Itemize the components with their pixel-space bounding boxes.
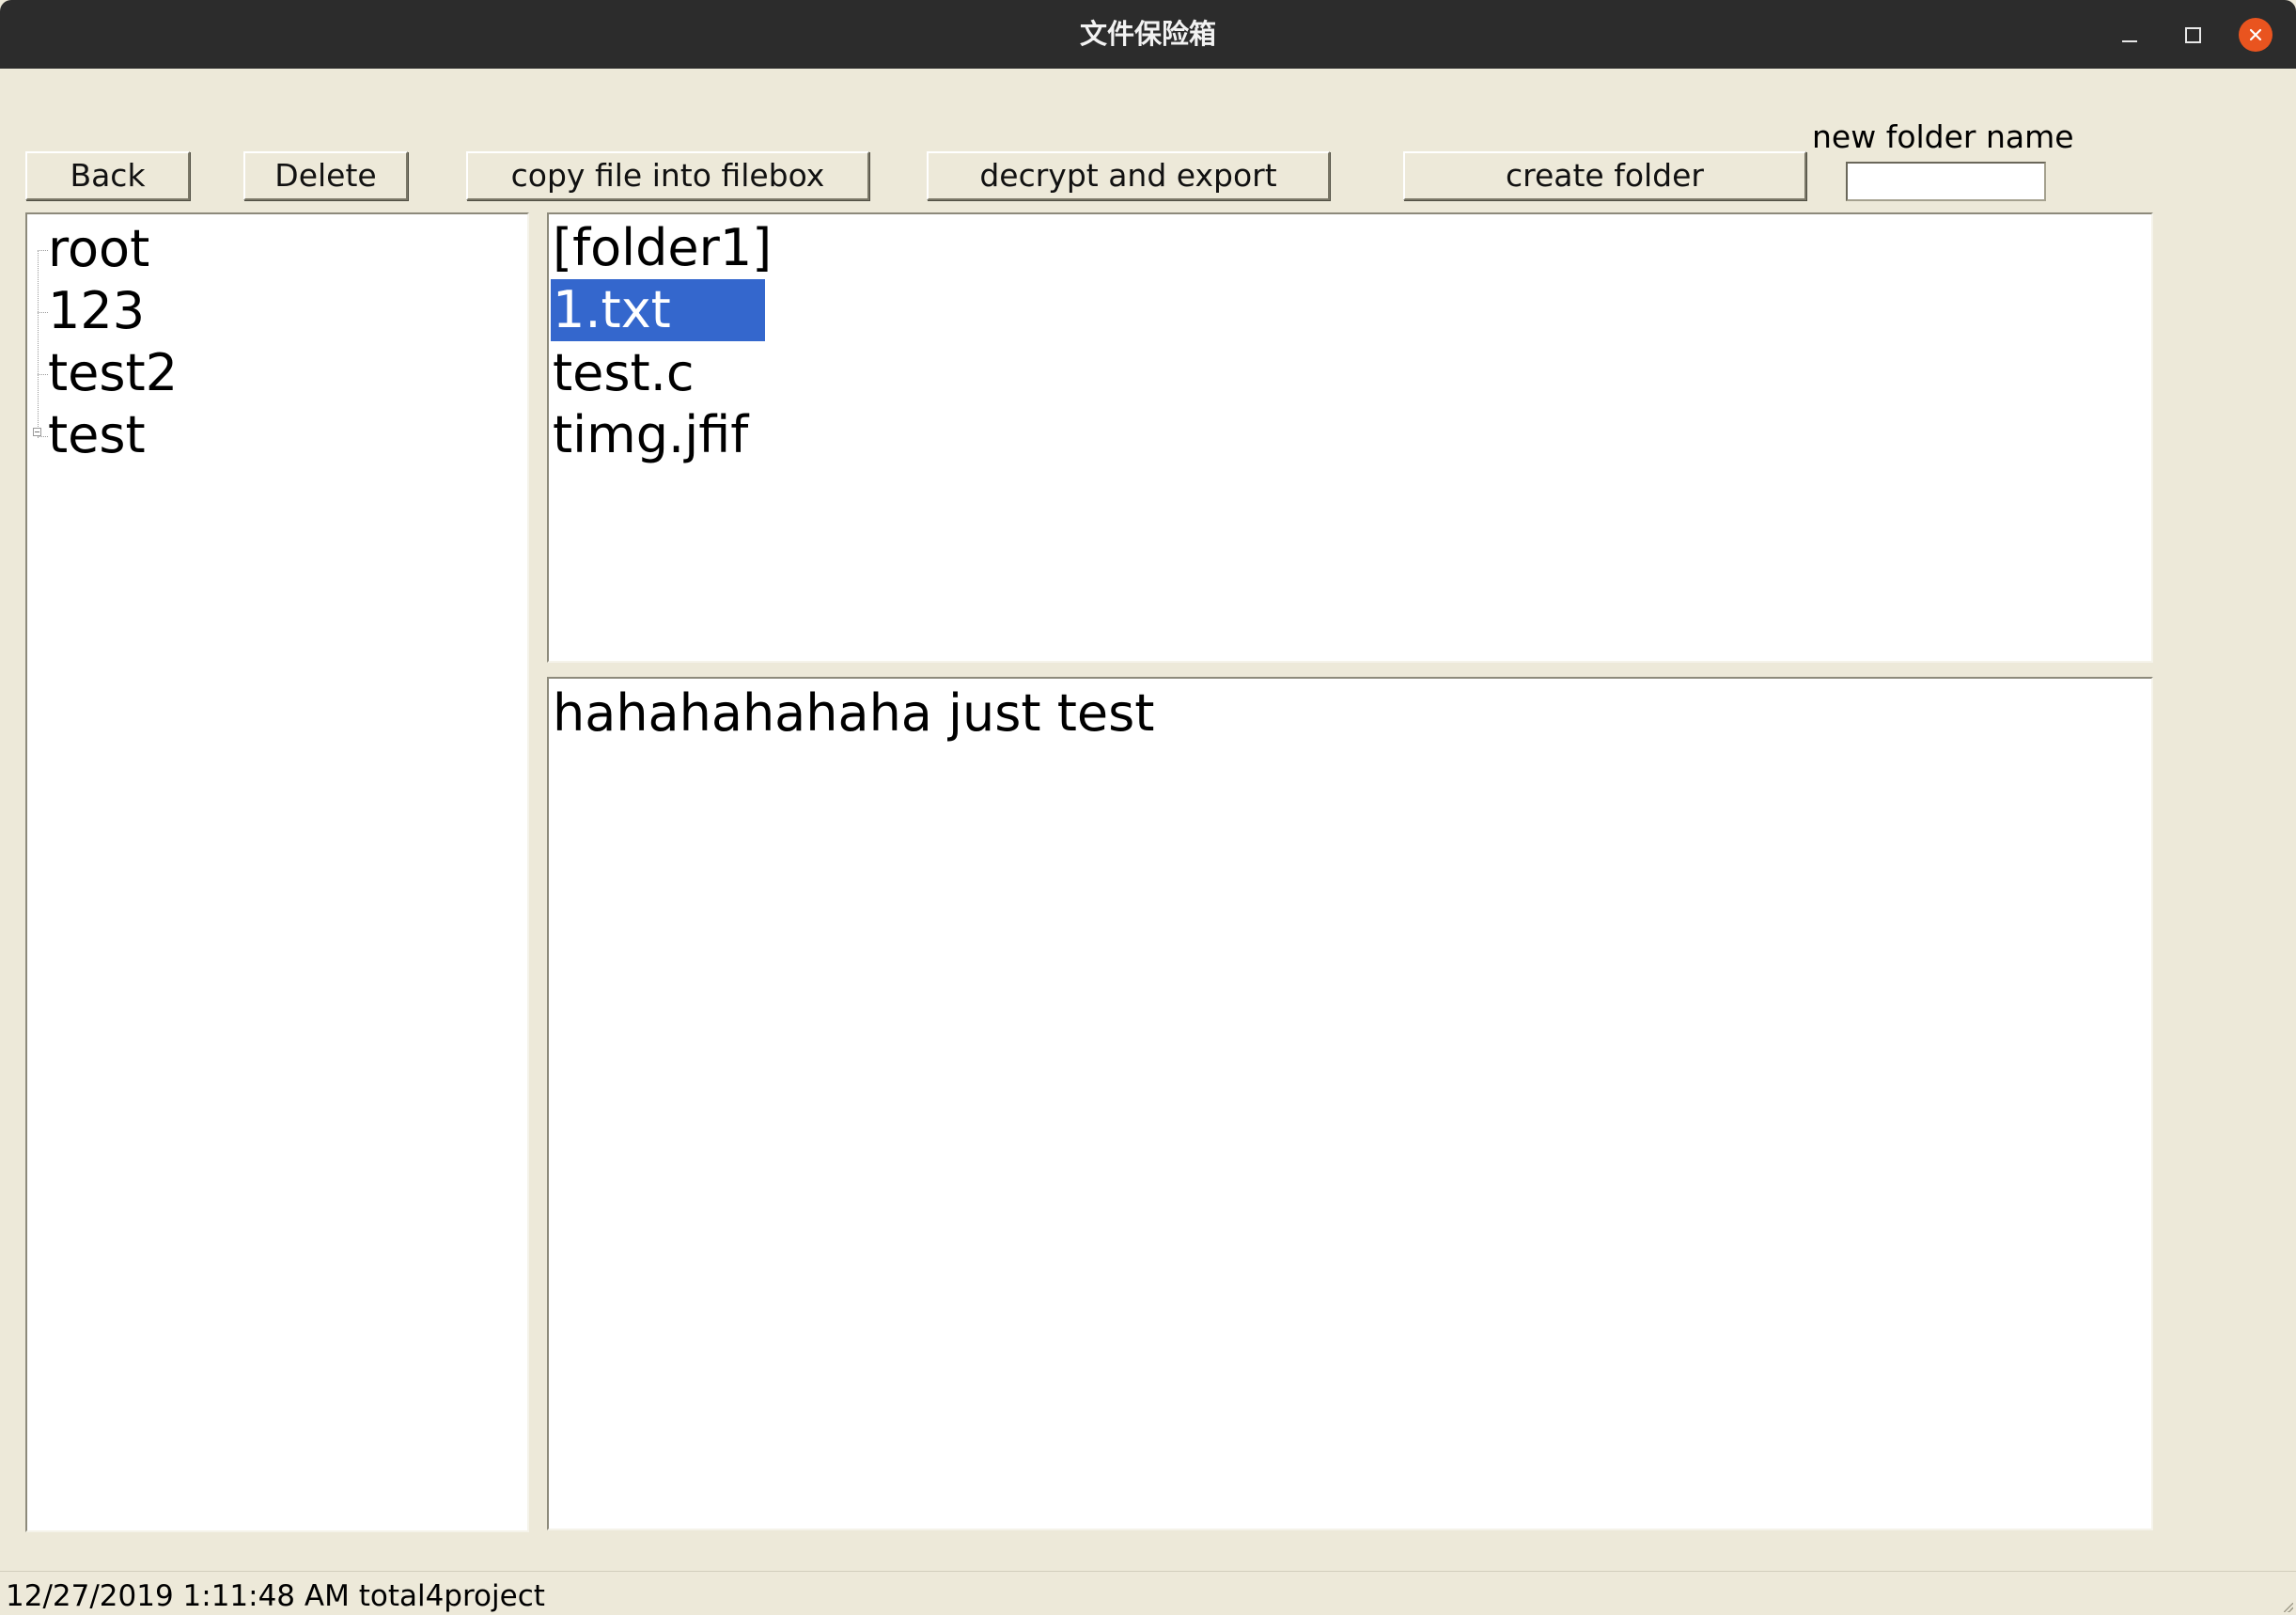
resize-grip-icon[interactable]	[2284, 1603, 2293, 1612]
delete-button[interactable]: Delete	[243, 151, 408, 200]
back-button[interactable]: Back	[25, 151, 190, 200]
tree-connector	[38, 436, 48, 437]
folder-tree[interactable]: root 123 test2 test	[25, 212, 529, 1532]
tree-item-root[interactable]: root	[48, 218, 149, 280]
status-text: 12/27/2019 1:11:48 AM total4project	[6, 1579, 545, 1613]
file-content-text: hahahahahaha just test	[553, 683, 1155, 743]
tree-connector	[38, 374, 48, 375]
create-folder-button[interactable]: create folder	[1403, 151, 1806, 200]
decrypt-and-export-button[interactable]: decrypt and export	[927, 151, 1330, 200]
file-item-test-c[interactable]: test.c	[551, 342, 696, 404]
app-window: 文件保险箱 Back Delete copy file into filebox…	[0, 0, 2296, 1614]
maximize-icon[interactable]	[2176, 18, 2210, 52]
copy-file-into-filebox-button[interactable]: copy file into filebox	[466, 151, 869, 200]
file-item-timg-jfif[interactable]: timg.jfif	[551, 404, 750, 466]
tree-connector	[38, 312, 48, 313]
tree-item-test2[interactable]: test2	[48, 342, 178, 404]
file-list[interactable]: [folder1] 1.txt test.c timg.jfif	[547, 212, 2153, 663]
tree-item-123[interactable]: 123	[48, 280, 145, 342]
file-item-1-txt[interactable]: 1.txt	[551, 279, 765, 341]
tree-item-test[interactable]: test	[48, 404, 146, 466]
minimize-icon[interactable]	[2113, 18, 2147, 52]
new-folder-name-input[interactable]	[1846, 162, 2046, 201]
title-bar[interactable]: 文件保险箱	[0, 0, 2296, 69]
file-item-folder1[interactable]: [folder1]	[551, 217, 773, 279]
expand-icon[interactable]	[33, 428, 41, 436]
tree-connector	[38, 250, 48, 251]
new-folder-name-label: new folder name	[1812, 118, 2074, 155]
close-icon[interactable]	[2239, 18, 2273, 52]
window-title: 文件保险箱	[1079, 18, 1216, 50]
tree-guide-line	[38, 250, 39, 438]
status-bar: 12/27/2019 1:11:48 AM total4project	[0, 1571, 2296, 1615]
file-content-view[interactable]: hahahahahaha just test	[547, 677, 2153, 1530]
